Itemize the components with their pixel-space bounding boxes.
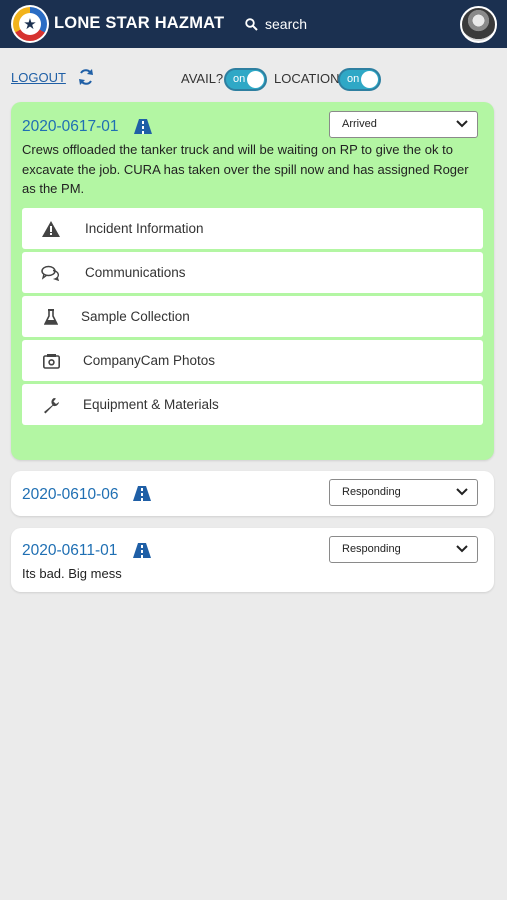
menu-sample-collection[interactable]: Sample Collection bbox=[22, 296, 483, 337]
flask-icon bbox=[41, 308, 61, 326]
status-select[interactable]: Responding bbox=[329, 536, 478, 563]
menu-label: Equipment & Materials bbox=[83, 397, 219, 412]
avail-toggle[interactable]: on bbox=[224, 68, 267, 91]
location-label: LOCATION bbox=[274, 71, 340, 86]
menu-companycam-photos[interactable]: CompanyCam Photos bbox=[22, 340, 483, 381]
search-icon bbox=[245, 17, 258, 31]
status-value: Responding bbox=[342, 486, 401, 498]
menu-equipment-materials[interactable]: Equipment & Materials bbox=[22, 384, 483, 425]
menu-label: Incident Information bbox=[85, 221, 204, 236]
incident-description: Its bad. Big mess bbox=[22, 566, 122, 581]
menu-label: CompanyCam Photos bbox=[83, 353, 216, 368]
warning-icon bbox=[41, 220, 61, 238]
incident-card[interactable]: 2020-0611-01 Responding Its bad. Big mes… bbox=[11, 528, 494, 592]
avail-label: AVAIL? bbox=[181, 71, 224, 86]
menu-label: Communications bbox=[85, 265, 186, 280]
incident-card[interactable]: 2020-0617-01 Arrived Crews offloaded the… bbox=[11, 102, 494, 460]
wrench-icon bbox=[41, 396, 61, 414]
status-value: Responding bbox=[342, 543, 401, 555]
chevron-down-icon bbox=[456, 488, 468, 496]
chevron-down-icon bbox=[456, 120, 468, 128]
controls-bar: LOGOUT AVAIL? on LOCATION on bbox=[0, 66, 507, 94]
incident-id[interactable]: 2020-0611-01 bbox=[22, 542, 117, 560]
incident-description: Crews offloaded the tanker truck and wil… bbox=[22, 142, 469, 196]
search-button[interactable]: search bbox=[245, 16, 307, 32]
logout-link[interactable]: LOGOUT bbox=[11, 70, 66, 85]
road-icon bbox=[133, 486, 151, 501]
logo[interactable]: ★ bbox=[11, 5, 49, 43]
road-icon bbox=[133, 543, 151, 558]
road-icon bbox=[134, 119, 152, 134]
menu-label: Sample Collection bbox=[81, 309, 190, 324]
incident-id[interactable]: 2020-0617-01 bbox=[22, 118, 119, 136]
camera-icon bbox=[41, 352, 61, 370]
status-value: Arrived bbox=[342, 118, 377, 130]
status-select[interactable]: Responding bbox=[329, 479, 478, 506]
search-label: search bbox=[265, 16, 308, 32]
top-bar: ★ LONE STAR HAZMAT search bbox=[0, 0, 507, 48]
chevron-down-icon bbox=[456, 545, 468, 553]
chat-icon bbox=[41, 264, 61, 282]
status-select[interactable]: Arrived bbox=[329, 111, 478, 138]
brand-name: LONE STAR HAZMAT bbox=[54, 14, 225, 32]
menu-communications[interactable]: Communications bbox=[22, 252, 483, 293]
avatar[interactable] bbox=[460, 6, 497, 43]
incident-card[interactable]: 2020-0610-06 Responding bbox=[11, 471, 494, 516]
star-icon: ★ bbox=[19, 13, 41, 35]
location-toggle[interactable]: on bbox=[338, 68, 381, 91]
refresh-icon[interactable] bbox=[78, 68, 94, 86]
avail-toggle-text: on bbox=[233, 73, 246, 85]
incident-id[interactable]: 2020-0610-06 bbox=[22, 486, 119, 504]
location-toggle-text: on bbox=[347, 73, 360, 85]
menu-incident-information[interactable]: Incident Information bbox=[22, 208, 483, 249]
